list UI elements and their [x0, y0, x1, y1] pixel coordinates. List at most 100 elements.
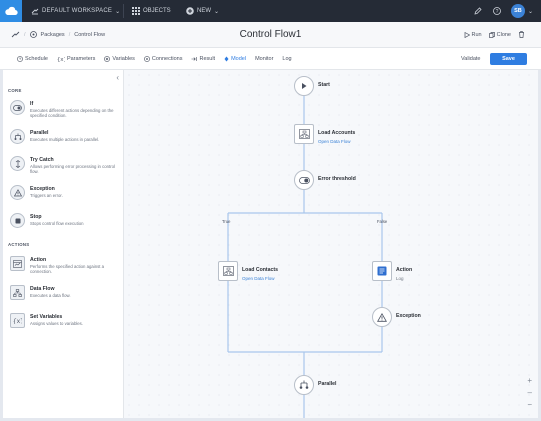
- node-error-threshold[interactable]: Error threshold: [294, 170, 356, 190]
- title-actions: Run Clone: [464, 31, 525, 38]
- svg-text:{x}: {x}: [13, 318, 22, 324]
- clone-label: Clone: [496, 31, 511, 38]
- breadcrumb: / Packages / Control Flow: [11, 31, 105, 38]
- parallel-icon: [10, 129, 25, 144]
- node-parallel[interactable]: Parallel: [294, 375, 336, 395]
- flow-canvas[interactable]: Start Load Accounts Open Data Flow Error …: [124, 70, 538, 418]
- tab-result[interactable]: Result: [191, 48, 215, 70]
- tab-connections[interactable]: Connections: [144, 48, 182, 70]
- grid-icon: [132, 7, 140, 15]
- workspace-icon: [31, 8, 39, 15]
- tab-model[interactable]: Model: [224, 48, 246, 70]
- action-icon: [10, 256, 25, 271]
- component-stop[interactable]: Stop Stops control flow execution: [10, 213, 120, 228]
- zoom-controls: + – −: [527, 377, 532, 409]
- app-logo[interactable]: [0, 0, 22, 22]
- objects-label: OBJECTS: [143, 8, 171, 14]
- divider: [123, 4, 124, 18]
- connections-icon: [144, 56, 150, 62]
- clone-button[interactable]: Clone: [488, 31, 511, 38]
- connector-lines: [227, 96, 383, 418]
- component-sidebar: ‹ CORE If Executes different actions depe…: [3, 70, 124, 418]
- copy-icon: [488, 31, 495, 38]
- trash-icon: [519, 31, 524, 38]
- component-if[interactable]: If Executes different actions depending o…: [10, 100, 120, 119]
- toggle-icon: [294, 170, 314, 190]
- save-button[interactable]: Save: [490, 53, 527, 65]
- run-label: Run: [471, 31, 482, 38]
- warning-icon: [10, 185, 25, 200]
- variables-icon: [104, 56, 111, 62]
- tab-monitor[interactable]: Monitor: [255, 48, 273, 70]
- node-start[interactable]: Start: [294, 76, 330, 96]
- zoom-in-button[interactable]: +: [527, 377, 532, 385]
- data-flow-icon: [10, 285, 25, 300]
- open-data-flow-link[interactable]: Open Data Flow: [318, 139, 355, 144]
- svg-text:?: ?: [496, 9, 499, 15]
- data-flow-icon: [218, 261, 238, 281]
- component-parallel[interactable]: Parallel Executes multiple actions in par…: [10, 129, 120, 144]
- component-exception[interactable]: Exception Triggers an error.: [10, 185, 120, 200]
- edit-icon[interactable]: [473, 6, 483, 16]
- tab-parameters[interactable]: {x} Parameters: [57, 48, 95, 70]
- new-label: NEW: [197, 8, 211, 14]
- play-icon: [294, 76, 314, 96]
- component-try-catch[interactable]: Try Catch Allows performing error process…: [10, 156, 120, 175]
- workspace-label: DEFAULT WORKSPACE: [42, 8, 113, 14]
- branch-true-label: True: [222, 219, 231, 224]
- tab-log[interactable]: Log: [282, 48, 291, 70]
- collapse-icon[interactable]: ‹: [116, 74, 119, 82]
- branch-false-label: False: [377, 219, 388, 224]
- schedule-icon: [17, 56, 23, 62]
- parallel-icon: [294, 375, 314, 395]
- model-icon: [224, 56, 229, 62]
- breadcrumb-current: Control Flow: [74, 31, 106, 38]
- top-bar: DEFAULT WORKSPACE ⌄ OBJECTS NEW ⌄ ? SB ⌄: [0, 0, 541, 22]
- run-button[interactable]: Run: [464, 31, 482, 38]
- svg-text:{x}: {x}: [57, 56, 65, 62]
- node-action[interactable]: Action Log: [372, 261, 412, 281]
- parameters-icon: {x}: [57, 56, 65, 62]
- title-bar: / Packages / Control Flow Control Flow1 …: [0, 22, 541, 48]
- node-exception[interactable]: Exception: [372, 307, 421, 327]
- variables-icon: {x}: [10, 313, 25, 328]
- toggle-icon: [10, 100, 25, 115]
- topbar-actions: ? SB ⌄: [473, 4, 533, 18]
- validate-button[interactable]: Validate: [461, 56, 480, 62]
- component-set-variables[interactable]: {x} Set VariablesAssigns values to varia…: [10, 313, 120, 328]
- stop-icon: [10, 213, 25, 228]
- play-icon: [464, 31, 470, 38]
- zoom-out-button[interactable]: −: [527, 401, 532, 409]
- new-menu[interactable]: NEW ⌄: [186, 7, 219, 15]
- section-core: CORE: [8, 88, 22, 93]
- action-icon: [372, 261, 392, 281]
- tabs-bar: Schedule {x} Parameters Variables Connec…: [0, 48, 541, 70]
- workspace-selector[interactable]: DEFAULT WORKSPACE ⌄: [31, 7, 120, 15]
- avatar[interactable]: SB: [510, 4, 525, 18]
- node-load-accounts[interactable]: Load Accounts Open Data Flow: [294, 124, 355, 144]
- tab-variables[interactable]: Variables: [104, 48, 135, 70]
- package-icon: [29, 31, 37, 38]
- chevron-down-icon: ⌄: [115, 8, 121, 15]
- open-data-flow-link[interactable]: Open Data Flow: [242, 276, 278, 281]
- try-catch-icon: [10, 156, 25, 171]
- chevron-down-icon: ⌄: [214, 8, 220, 15]
- delete-button[interactable]: [518, 31, 525, 38]
- component-data-flow[interactable]: Data Flow Executes a data flow.: [10, 285, 120, 300]
- warning-icon: [372, 307, 392, 327]
- plus-circle-icon: [186, 7, 194, 15]
- breadcrumb-packages[interactable]: Packages: [41, 32, 65, 38]
- objects-menu[interactable]: OBJECTS: [132, 7, 171, 15]
- tab-schedule[interactable]: Schedule: [17, 48, 48, 70]
- node-load-contacts[interactable]: Load Contacts Open Data Flow: [218, 261, 278, 281]
- help-icon[interactable]: ?: [492, 6, 502, 16]
- flow-icon: [11, 31, 20, 38]
- data-flow-icon: [294, 124, 314, 144]
- chevron-down-icon[interactable]: ⌄: [528, 8, 533, 15]
- tab-list: Schedule {x} Parameters Variables Connec…: [17, 48, 292, 70]
- section-actions: ACTIONS: [8, 242, 30, 247]
- zoom-reset-button[interactable]: –: [527, 389, 532, 397]
- component-action[interactable]: Action Performs the specified action agai…: [10, 256, 120, 275]
- page-title[interactable]: Control Flow1: [240, 29, 302, 40]
- result-icon: [191, 57, 198, 61]
